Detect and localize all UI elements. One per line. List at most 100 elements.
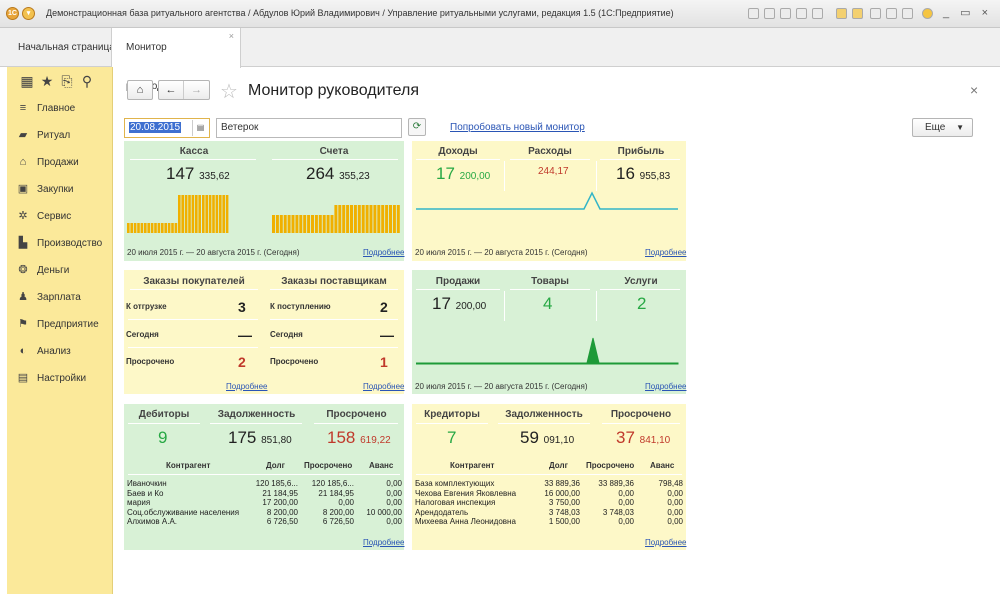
details-link[interactable]: Подробнее bbox=[645, 382, 687, 391]
cash-bar bbox=[287, 215, 291, 233]
toolbar-icon[interactable] bbox=[764, 8, 775, 19]
organization-field[interactable]: Ветерок bbox=[216, 118, 402, 138]
sidebar-item-label: Настройки bbox=[37, 373, 87, 384]
search-icon[interactable]: ⚲ bbox=[77, 73, 97, 90]
cash-panel: Касса Счета 147 335,62 264 355,23 20 июл… bbox=[124, 141, 405, 261]
toolbar-icon[interactable] bbox=[902, 8, 913, 19]
sidebar-item-7[interactable]: ♟ Зарплата bbox=[15, 287, 81, 307]
details-link[interactable]: Подробнее bbox=[363, 248, 405, 257]
tab-close-icon[interactable]: × bbox=[229, 17, 234, 56]
cash-bar bbox=[222, 195, 225, 233]
more-button[interactable]: Еще ▼ bbox=[912, 118, 973, 137]
production-icon: ▙ bbox=[18, 237, 28, 249]
cash-bar bbox=[385, 205, 389, 233]
sidebar-item-8[interactable]: ⚑ Предприятие bbox=[15, 314, 99, 334]
services-label: Услуги bbox=[624, 276, 658, 287]
accounts-label: Счета bbox=[319, 146, 349, 157]
calendar-icon[interactable]: ▤ bbox=[192, 120, 208, 136]
toolbar-icon[interactable] bbox=[852, 8, 863, 19]
sales-icon: ⌂ bbox=[19, 156, 27, 168]
details-link[interactable]: Подробнее bbox=[226, 382, 268, 391]
toolbar-icon[interactable] bbox=[870, 8, 881, 19]
favorite-star-icon[interactable]: ☆ bbox=[220, 79, 238, 104]
cash-bar bbox=[144, 223, 147, 233]
cash-bar bbox=[377, 205, 381, 233]
goods-label: Товары bbox=[531, 276, 569, 287]
sidebar-item-label: Сервис bbox=[37, 211, 72, 222]
money-icon: ❂ bbox=[18, 264, 28, 276]
toolbar-icon[interactable] bbox=[748, 8, 759, 19]
toolbar-icon[interactable] bbox=[796, 8, 807, 19]
table-cell: 8 200,00 bbox=[322, 507, 354, 517]
back-arrow-icon[interactable]: ← bbox=[159, 81, 184, 99]
sidebar-item-label: Производство bbox=[37, 238, 103, 249]
details-link[interactable]: Подробнее bbox=[363, 382, 405, 391]
pnl-line bbox=[416, 191, 678, 210]
table-cell: 0,00 bbox=[386, 479, 402, 488]
debtors-advance: 0,00 0,00 0,00 10 000,00 0,00 bbox=[350, 479, 402, 527]
order-row-label: К отгрузке bbox=[126, 302, 167, 311]
sidebar-item-4[interactable]: ✲ Сервис bbox=[15, 206, 71, 226]
sidebar-item-6[interactable]: ❂ Деньги bbox=[15, 260, 69, 280]
cash-bar bbox=[299, 215, 303, 233]
sidebar-item-2[interactable]: ⌂ Продажи bbox=[15, 152, 79, 172]
toolbar-icon[interactable] bbox=[886, 8, 897, 19]
cash-bar bbox=[342, 205, 346, 233]
cash-bar bbox=[191, 195, 195, 233]
sidebar-item-3[interactable]: ▣ Закупки bbox=[15, 179, 74, 199]
cash-bar bbox=[369, 205, 373, 233]
close-icon[interactable]: × bbox=[970, 82, 978, 98]
window-controls[interactable]: _ ▭ × bbox=[943, 6, 992, 19]
col-header: Контрагент bbox=[450, 461, 495, 470]
period-text: 20 июля 2015 г. — 20 августа 2015 г. (Се… bbox=[415, 382, 588, 391]
cash-bar bbox=[161, 223, 164, 233]
try-new-monitor-link[interactable]: Попробовать новый монитор bbox=[450, 122, 585, 133]
details-link[interactable]: Подробнее bbox=[645, 538, 687, 547]
refresh-icon[interactable]: ⟳ bbox=[408, 118, 426, 136]
cash-bar bbox=[133, 223, 137, 233]
sales-panel: Продажи Товары Услуги 17 200,00 4 2 20 и… bbox=[412, 270, 687, 394]
sidebar-item-label: Деньги bbox=[37, 265, 70, 276]
sidebar-item-9[interactable]: ◐ Анализ bbox=[15, 341, 71, 361]
toolbar-icon[interactable] bbox=[780, 8, 791, 19]
sidebar-item-5[interactable]: ▙ Производство bbox=[15, 233, 102, 253]
details-link[interactable]: Подробнее bbox=[363, 538, 405, 547]
details-link[interactable]: Подробнее bbox=[645, 248, 687, 257]
table-cell: 0,00 bbox=[386, 517, 402, 527]
date-field[interactable]: 20.08.2015 ▤ bbox=[124, 118, 210, 138]
sales-value: 17 200,00 bbox=[432, 294, 487, 313]
kassa-value: 147 335,62 bbox=[166, 164, 230, 183]
accounts-value: 264 355,23 bbox=[306, 164, 370, 183]
cash-bar bbox=[150, 223, 154, 233]
cash-bar bbox=[303, 215, 307, 233]
toolbar-icon[interactable] bbox=[812, 8, 823, 19]
creditors-advance: 798,48 0,00 0,00 0,00 0,00 bbox=[632, 479, 683, 527]
overdue-value: 37 841,10 bbox=[616, 428, 671, 447]
grid-icon[interactable]: ▦ bbox=[17, 73, 37, 90]
sales-area bbox=[416, 337, 679, 365]
sidebar-item-1[interactable]: ▰ Ритуал bbox=[15, 125, 70, 145]
debt-value: 59 091,10 bbox=[520, 428, 575, 447]
customer-orders-label: Заказы покупателей bbox=[143, 276, 245, 287]
cash-bar bbox=[373, 205, 377, 233]
debtors-label: Дебиторы bbox=[138, 409, 190, 420]
cash-bar bbox=[279, 215, 283, 233]
cash-bar bbox=[171, 223, 174, 233]
home-button[interactable]: ⌂ bbox=[127, 80, 153, 100]
toolbar-icon[interactable] bbox=[836, 8, 847, 19]
history-icon[interactable]: ⎘ bbox=[57, 73, 77, 90]
profit-label: Прибыль bbox=[617, 146, 665, 157]
star-icon[interactable]: ★ bbox=[37, 73, 57, 90]
sidebar-item-10[interactable]: ▤ Настройки bbox=[15, 368, 86, 388]
info-icon[interactable] bbox=[922, 8, 933, 19]
app-menu-icon[interactable]: ▾ bbox=[22, 7, 35, 20]
sales-area-chart bbox=[416, 337, 679, 365]
cash-bar bbox=[178, 195, 181, 233]
order-row-value: 2 bbox=[380, 299, 388, 315]
table-cell: 120 185,6... bbox=[255, 479, 298, 488]
sidebar-item-0[interactable]: ≡ Главное bbox=[15, 98, 75, 118]
period-text: 20 июля 2015 г. — 20 августа 2015 г. (Се… bbox=[127, 248, 300, 257]
table-cell: Михеева Анна Леонидовна bbox=[415, 517, 516, 527]
tab-monitor[interactable]: Монитор руководителя × bbox=[111, 28, 241, 92]
forward-arrow-icon[interactable]: → bbox=[184, 81, 209, 99]
